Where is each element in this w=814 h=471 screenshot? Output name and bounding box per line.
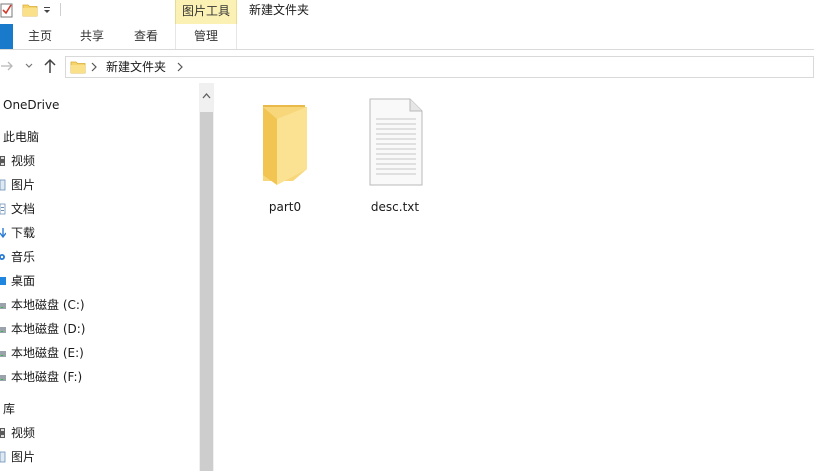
video-icon: [0, 428, 5, 438]
nav-item-label: 图片: [11, 450, 36, 464]
folder-icon: [263, 105, 307, 185]
drive-icon: [0, 327, 6, 333]
navigation-bar: 新建文件夹: [0, 50, 814, 83]
ribbon-tabs: 主页 共享 查看 管理: [0, 24, 814, 50]
scroll-up-arrow-icon[interactable]: [199, 87, 214, 105]
check-properties-icon[interactable]: [0, 2, 14, 18]
nav-item-label: 视频: [11, 154, 36, 168]
folder-icon: [70, 61, 86, 74]
file-tab[interactable]: [0, 24, 13, 49]
title-bar: 图片工具 新建文件夹: [0, 0, 814, 24]
up-arrow-icon[interactable]: [43, 58, 57, 74]
nav-onedrive[interactable]: OneDrive: [3, 94, 59, 116]
file-list-area[interactable]: part0 desc.txt: [214, 83, 814, 471]
chevron-right-icon[interactable]: [176, 61, 184, 73]
recent-chevron-icon[interactable]: [24, 59, 34, 73]
tab-view[interactable]: 查看: [128, 24, 164, 49]
drive-icon: [0, 351, 6, 357]
tab-share[interactable]: 共享: [74, 24, 110, 49]
nav-item-label: 本地磁盘 (C:): [11, 298, 85, 312]
new-folder-icon[interactable]: [22, 3, 38, 17]
nav-item-label: 文档: [11, 202, 36, 216]
nav-this-pc[interactable]: 此电脑: [3, 126, 39, 148]
picture-tools-group-header: 图片工具: [175, 0, 237, 24]
nav-item-label: 下载: [11, 226, 36, 240]
video-icon: [0, 156, 5, 166]
nav-item-label: 音乐: [11, 250, 36, 264]
file-name: part0: [268, 200, 302, 214]
desktop-icon: [0, 277, 6, 285]
text-document-icon: [369, 98, 423, 186]
scroll-thumb[interactable]: [200, 112, 213, 471]
tab-manage[interactable]: 管理: [175, 24, 237, 49]
download-icon: [0, 228, 6, 239]
file-name: desc.txt: [370, 200, 420, 214]
navigation-pane: OneDrive 此电脑 视频 图片 文档 下载 音乐 桌面 本地磁盘 (C:)…: [0, 83, 199, 471]
nav-item-label: 本地磁盘 (E:): [11, 346, 84, 360]
file-item-folder[interactable]: part0: [245, 95, 325, 214]
nav-item-label: 本地磁盘 (D:): [11, 322, 86, 336]
drive-icon: [0, 375, 6, 381]
forward-arrow-icon[interactable]: [0, 59, 14, 73]
window-title: 新建文件夹: [249, 3, 310, 17]
pictures-icon: [0, 451, 6, 463]
nav-item-label: 图片: [11, 178, 36, 192]
music-icon: [0, 254, 5, 260]
toolbar-separator: [60, 3, 61, 16]
nav-item-label: 桌面: [11, 274, 36, 288]
tab-home[interactable]: 主页: [22, 24, 58, 49]
nav-item-label: 视频: [11, 426, 36, 440]
chevron-right-icon[interactable]: [90, 61, 98, 73]
file-item-text-document[interactable]: desc.txt: [355, 95, 435, 214]
address-bar[interactable]: 新建文件夹: [65, 56, 814, 78]
drive-icon: [0, 303, 6, 309]
breadcrumb-current-folder[interactable]: 新建文件夹: [106, 57, 166, 77]
nav-pane-scrollbar[interactable]: [199, 83, 214, 471]
documents-icon: [0, 203, 6, 215]
customize-dropdown-icon[interactable]: [42, 3, 52, 17]
nav-item-label: 本地磁盘 (F:): [11, 370, 83, 384]
nav-library[interactable]: 库: [3, 398, 15, 420]
pictures-icon: [0, 179, 6, 191]
